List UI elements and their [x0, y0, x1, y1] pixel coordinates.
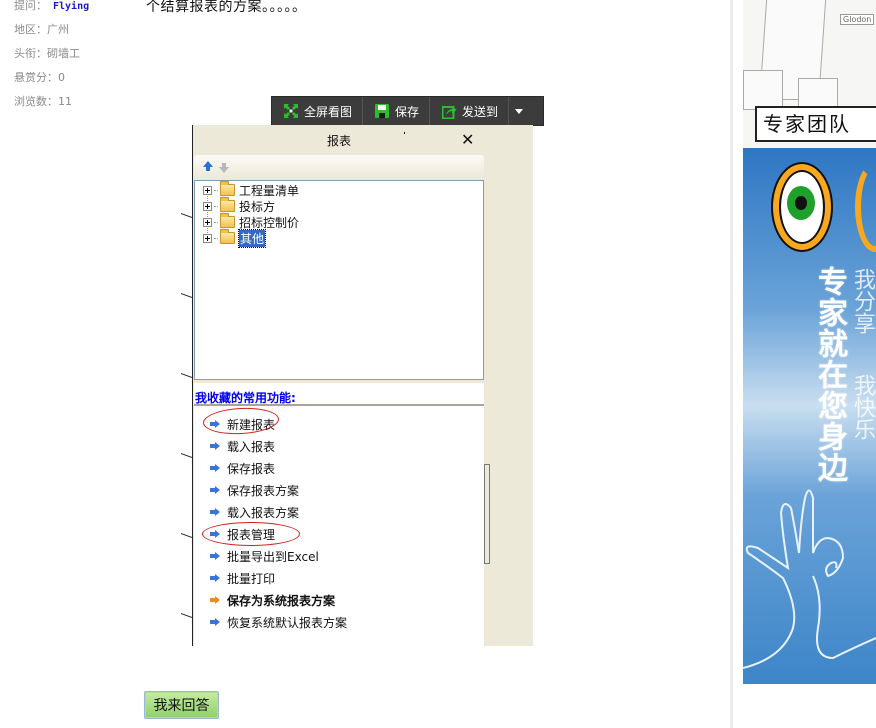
expand-plus-icon[interactable] [203, 185, 212, 195]
save-image-button[interactable]: 保存 [363, 97, 431, 125]
fav-item-label: 批量打印 [227, 571, 276, 586]
send-to-button[interactable]: 发送到 [430, 97, 510, 125]
fav-item-save-report[interactable]: 保存报表 [210, 460, 275, 476]
tree-item-selected[interactable]: 其他 [203, 228, 267, 248]
column-divider [730, 0, 733, 728]
title-info: 头衔：砌墙工 [14, 47, 80, 60]
fav-item-new-report[interactable]: 新建报表 [210, 416, 275, 432]
arrow-up-icon[interactable] [203, 161, 213, 171]
folder-icon [220, 197, 235, 212]
views-info: 浏览数：11 [14, 95, 72, 108]
sketch-house [798, 78, 838, 108]
slogan-side: 我分享 [850, 268, 875, 334]
tree-nav-bar [194, 155, 484, 179]
fav-item-batch-export[interactable]: 批量导出到Excel [210, 548, 319, 564]
fav-item-load-report[interactable]: 载入报表 [210, 438, 275, 454]
share-export-icon [441, 104, 457, 120]
fav-item-save-system-scheme[interactable]: 保存为系统报表方案 [210, 592, 335, 608]
folder-icon [220, 229, 235, 244]
team-label: 专家团队 [755, 106, 876, 142]
bounty-info: 悬赏分：0 [14, 71, 65, 84]
scrollbar-thumb[interactable] [484, 464, 490, 564]
fav-item-label: 保存报表 [227, 461, 276, 476]
arrow-right-icon [210, 596, 220, 604]
vtab-divider [181, 452, 192, 459]
panel-title: 报表 [326, 133, 351, 148]
tree-item[interactable]: 工程量清单 [203, 181, 300, 198]
folder-icon [220, 213, 235, 228]
fullscreen-label: 全屏看图 [304, 104, 353, 119]
image-toolbar: 全屏看图 保存 发送到 [271, 96, 544, 126]
fav-item-label: 新建报表 [227, 417, 276, 432]
fav-item-label: 保存为系统报表方案 [227, 593, 336, 608]
ok-hand-icon [743, 489, 876, 669]
tree-item-label: 投标方 [239, 199, 276, 214]
vtab-divider [181, 372, 192, 379]
tree-item-label: 招标控制价 [239, 215, 300, 230]
cartoon-eye-icon [855, 162, 876, 252]
arrow-right-icon [210, 442, 220, 450]
asker-name-link[interactable]: Flying [53, 1, 89, 12]
floppy-disk-icon [375, 104, 390, 118]
fav-item-label: 保存报表方案 [227, 483, 300, 498]
answer-button[interactable]: 我来回答 [144, 691, 219, 719]
cartoon-eye-icon [771, 162, 833, 252]
fav-item-restore-default[interactable]: 恢复系统默认报表方案 [210, 614, 347, 630]
slogan-main: 专家就在您身边 [812, 266, 847, 483]
fav-item-load-scheme[interactable]: 载入报表方案 [210, 504, 299, 520]
fav-item-label: 载入报表 [227, 439, 276, 454]
tree-item[interactable]: 投标方 [203, 197, 276, 214]
region-info: 地区：广州 [14, 23, 69, 36]
question-text: 个结算报表的方案。。。。。 [146, 0, 307, 15]
favorites-panel: 我收藏的常用功能: 新建报表 载入报表 保存报表 保存报表方案 载入报表方案 报… [194, 383, 484, 646]
fav-item-report-manage[interactable]: 报表管理 [210, 526, 275, 542]
arrow-right-icon [210, 420, 220, 428]
expert-team-banner[interactable]: Glodon 专家团队 [743, 0, 876, 148]
sketch-roof [743, 70, 783, 110]
arrow-right-icon [210, 530, 220, 538]
expand-arrows-icon [284, 104, 298, 118]
expand-plus-icon[interactable] [203, 201, 212, 211]
fav-item-batch-print[interactable]: 批量打印 [210, 570, 275, 586]
fav-item-label: 报表管理 [227, 527, 276, 542]
arrow-right-icon [210, 618, 220, 626]
arrow-down-icon[interactable] [219, 163, 229, 173]
send-label: 发送到 [462, 104, 499, 119]
tree-item-label: 工程量清单 [239, 183, 300, 198]
vtab-divider [181, 292, 192, 299]
fav-item-label: 载入报表方案 [227, 505, 300, 520]
asker-row: 提问： Flying [14, 0, 89, 13]
vertical-tab-strip [180, 125, 193, 646]
asker-label: 提问： [14, 0, 47, 12]
fav-item-save-scheme[interactable]: 保存报表方案 [210, 482, 299, 498]
expand-plus-icon[interactable] [203, 217, 212, 227]
close-x-icon[interactable]: ✕ [461, 132, 474, 148]
report-tree: 工程量清单 投标方 招标控制价 其他 [194, 180, 484, 380]
arrow-right-icon [210, 508, 220, 516]
logo-text: Glodon [840, 14, 875, 25]
tree-item[interactable]: 招标控制价 [203, 213, 300, 230]
arrow-right-icon [210, 574, 220, 582]
vtab-divider [181, 212, 192, 219]
tree-item-label: 其他 [237, 228, 267, 248]
arrow-right-icon [210, 464, 220, 472]
report-screenshot-panel: 报表 ✕ 工程量清单 投标方 招标控制价 其他 我收藏的常用功能: 新建报表 载… [180, 125, 533, 646]
save-label: 保存 [395, 104, 420, 119]
stray-dot [404, 132, 405, 134]
favorites-title: 我收藏的常用功能: [194, 389, 484, 406]
folder-icon [220, 181, 235, 196]
fav-item-label: 恢复系统默认报表方案 [227, 615, 348, 630]
vtab-divider [181, 612, 192, 619]
vtab-divider [181, 532, 192, 539]
fullscreen-button[interactable]: 全屏看图 [272, 97, 364, 125]
slogan-side: 我快乐 [850, 374, 875, 440]
expert-ad-banner[interactable]: 专家就在您身边 我分享 我快乐 [743, 148, 876, 684]
arrow-right-icon [210, 552, 220, 560]
send-dropdown-button[interactable] [509, 97, 529, 125]
arrow-right-icon [210, 486, 220, 494]
expand-plus-icon[interactable] [203, 233, 212, 243]
caret-down-icon [515, 108, 524, 114]
fav-item-label: 批量导出到Excel [227, 549, 319, 564]
